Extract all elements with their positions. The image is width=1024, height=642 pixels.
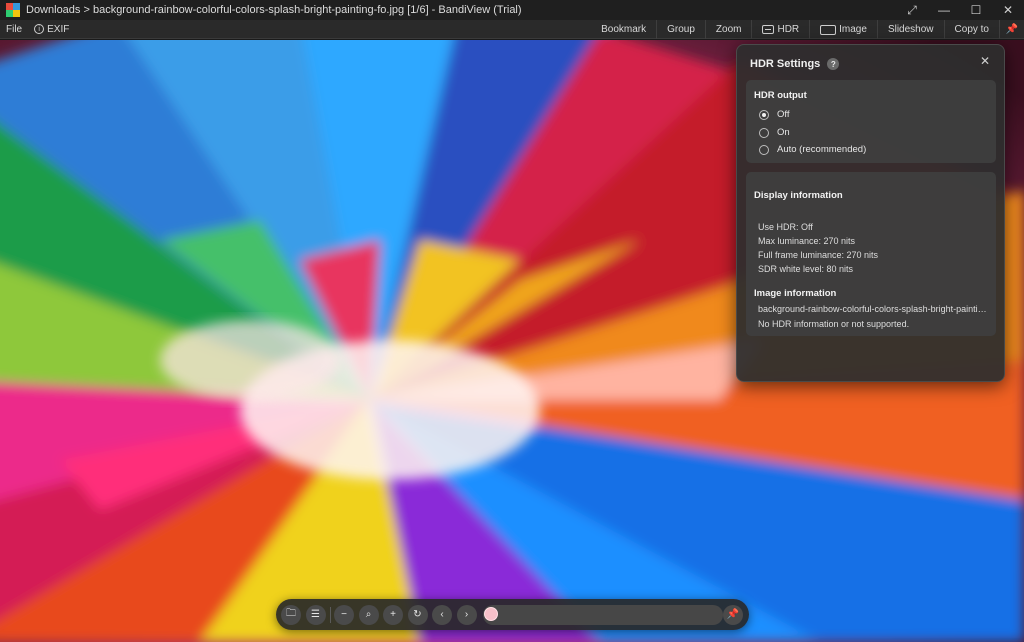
window-title: Downloads > background-rainbow-colorful-… [26,4,522,16]
menu-zoom[interactable]: Zoom [706,20,753,39]
menu-exif-label: EXIF [47,23,70,35]
image-info-title: Image information [754,288,837,299]
open-folder-icon[interactable]: 🗀 [281,604,301,625]
menu-image-label: Image [839,24,867,35]
help-icon[interactable]: ? [827,58,840,70]
hdr-output-title: HDR output [754,90,807,101]
bandiview-app-icon [6,3,20,17]
zoom-icon[interactable]: ⌕ [358,604,379,625]
title-bar: Downloads > background-rainbow-colorful-… [0,0,1024,20]
panel-header: HDR Settings ? [750,58,840,70]
info-icon: i [34,24,45,34]
menu-zoom-label: Zoom [715,24,742,35]
menu-image[interactable]: Image [810,20,878,39]
hdr-status-text: No HDR information or not supported. [758,319,910,329]
minimize-icon[interactable]: — [928,0,960,20]
chevron-left-icon[interactable]: ‹ [432,604,452,625]
menu-bookmark[interactable]: Bookmark [591,20,658,39]
radio-on-label: On [777,127,790,138]
radio-on[interactable]: On [759,127,790,138]
hdr-output-section: HDR output Off On Auto (recommended) [746,80,996,163]
pin-icon[interactable]: 📌 [1000,20,1024,39]
radio-button[interactable] [759,109,769,120]
expand-icon[interactable]: ⤢ [896,0,928,20]
radio-button[interactable] [759,127,769,138]
menu-group[interactable]: Group [657,20,706,39]
minus-icon[interactable]: − [334,604,354,625]
radio-auto[interactable]: Auto (recommended) [759,144,866,155]
plus-icon[interactable]: + [383,604,403,625]
radio-auto-label: Auto (recommended) [777,144,867,155]
menu-file-label: File [6,23,23,35]
bottom-toolbar: 🗀 ☰ − ⌕ + ↻ ‹ › 📌 [276,599,749,630]
menu-hdr[interactable]: HDR [752,20,811,39]
display-info-title: Display information [754,190,843,201]
radio-button[interactable] [759,144,769,155]
full-frame-luminance-text: Full frame luminance: 270 nits [758,250,879,260]
close-icon[interactable]: ✕ [977,53,993,69]
menu-copy-to[interactable]: Copy to [945,20,1000,39]
hdr-settings-panel: HDR Settings ? ✕ HDR output Off On Auto … [736,44,1005,382]
hdr-icon [762,25,775,34]
sdr-white-level-text: SDR white level: 80 nits [758,264,854,274]
menu-slideshow[interactable]: Slideshow [878,20,945,39]
seek-handle[interactable] [484,606,498,621]
use-hdr-text: Use HDR: Off [758,222,813,232]
radio-off[interactable]: Off [759,109,790,120]
list-icon[interactable]: ☰ [305,604,326,625]
menu-hdr-label: HDR [777,24,800,35]
seek-bar[interactable] [483,604,723,625]
image-filename-text: background-rainbow-colorful-colors-splas… [758,304,990,314]
menu-slideshow-label: Slideshow [887,24,934,35]
information-section: Display information Use HDR: Off Max lum… [746,172,996,336]
radio-off-label: Off [777,109,790,120]
panel-title: HDR Settings [750,58,821,70]
maximize-icon[interactable]: ☐ [960,0,992,20]
menu-file[interactable]: File [0,20,28,39]
image-icon [820,24,837,35]
close-icon[interactable]: ✕ [992,0,1024,20]
pin-icon[interactable]: 📌 [723,604,743,625]
toolbar-divider [330,606,331,623]
menu-copy-to-label: Copy to [954,24,989,35]
rotate-icon[interactable]: ↻ [407,604,428,625]
chevron-right-icon[interactable]: › [456,604,477,625]
max-luminance-text: Max luminance: 270 nits [758,236,856,246]
menu-exif[interactable]: i EXIF [28,20,75,39]
menu-bar: File i EXIF Bookmark Group Zoom HDR Imag… [0,20,1024,39]
menu-group-label: Group [667,24,695,35]
menu-bookmark-label: Bookmark [601,24,647,35]
